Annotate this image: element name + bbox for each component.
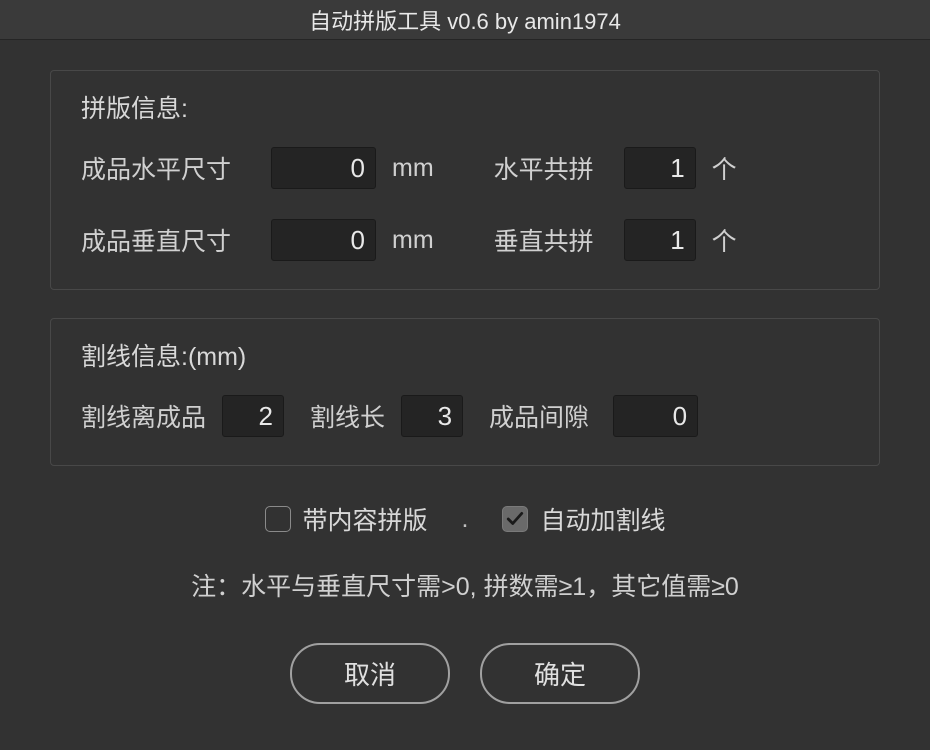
options-row: 带内容拼版 . 自动加割线 [50,501,880,537]
v-count-unit: 个 [712,222,737,258]
cut-info-group: 割线信息:(mm) 割线离成品 割线长 成品间隙 [50,318,880,466]
cut-gap-input[interactable] [613,395,698,437]
panel-info-heading: 拼版信息: [81,89,849,125]
window-title: 自动拼版工具 v0.6 by amin1974 [309,4,621,36]
ok-button[interactable]: 确定 [480,643,640,704]
v-count-label: 垂直共拼 [494,222,594,258]
with-content-checkbox-wrap[interactable]: 带内容拼版 [265,501,428,537]
cut-gap-label: 成品间隙 [489,398,589,434]
v-size-unit: mm [392,226,434,255]
h-size-label: 成品水平尺寸 [81,150,231,186]
cut-length-input[interactable] [401,395,463,437]
with-content-checkbox[interactable] [265,506,291,532]
auto-cut-checkbox[interactable] [502,506,528,532]
window-titlebar: 自动拼版工具 v0.6 by amin1974 [0,0,930,40]
cut-offset-label: 割线离成品 [81,398,206,434]
cancel-button[interactable]: 取消 [290,643,450,704]
note-text: 注：水平与垂直尺寸需>0, 拼数需≥1，其它值需≥0 [50,567,880,603]
h-count-input[interactable] [624,147,696,189]
auto-cut-label: 自动加割线 [540,501,665,537]
check-icon [506,510,524,528]
with-content-label: 带内容拼版 [303,501,428,537]
cut-offset-input[interactable] [222,395,284,437]
h-size-unit: mm [392,154,434,183]
h-count-unit: 个 [712,150,737,186]
row-horizontal: 成品水平尺寸 mm 水平共拼 个 [81,147,849,189]
cut-info-heading: 割线信息:(mm) [81,337,849,373]
h-count-label: 水平共拼 [494,150,594,186]
v-count-input[interactable] [624,219,696,261]
v-size-input[interactable] [271,219,376,261]
cut-length-label: 割线长 [310,398,385,434]
auto-cut-checkbox-wrap[interactable]: 自动加割线 [502,501,665,537]
h-size-input[interactable] [271,147,376,189]
options-separator: . [462,505,469,534]
button-row: 取消 确定 [50,643,880,704]
cut-row: 割线离成品 割线长 成品间隙 [81,395,849,437]
dialog-content: 拼版信息: 成品水平尺寸 mm 水平共拼 个 成品垂直尺寸 mm 垂直共拼 个 [0,40,930,724]
v-size-label: 成品垂直尺寸 [81,222,231,258]
row-vertical: 成品垂直尺寸 mm 垂直共拼 个 [81,219,849,261]
panel-info-group: 拼版信息: 成品水平尺寸 mm 水平共拼 个 成品垂直尺寸 mm 垂直共拼 个 [50,70,880,290]
